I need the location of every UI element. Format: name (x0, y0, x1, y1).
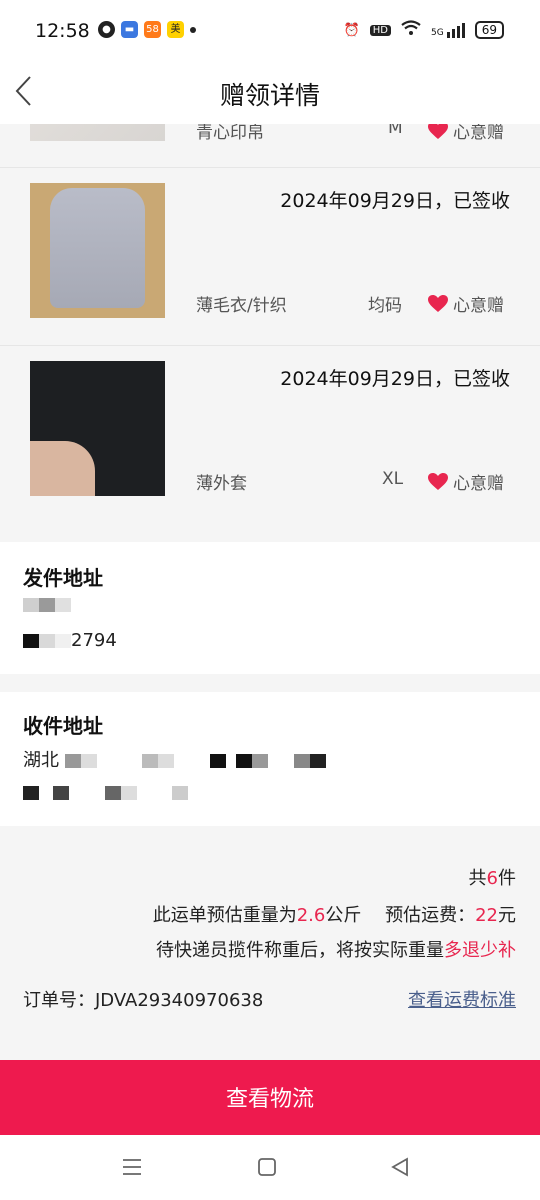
item-card[interactable]: 青心印帛 M 心意赠 (0, 124, 540, 168)
heart-icon (428, 295, 448, 312)
order-number-value: JDVA29340970638 (95, 990, 264, 1011)
weight-value: 2.6 (296, 905, 326, 926)
sweater-image (50, 188, 145, 308)
triangle-back-icon (391, 1157, 408, 1177)
item-date: 2024年09月29日，已签收 (280, 368, 510, 390)
menu-icon (123, 1159, 141, 1175)
title-bar: 赠领详情 (0, 62, 540, 124)
receiver-address-section: 收件地址 湖北 (0, 692, 540, 826)
item-date: 2024年09月29日，已签收 (280, 190, 510, 212)
sender-address-section: 发件地址 2794 (0, 542, 540, 674)
notification-icons: ● ▬ 58 美 (98, 21, 196, 38)
system-nav-bar (0, 1135, 540, 1200)
item-thumbnail (30, 183, 165, 318)
view-logistics-button[interactable]: 查看物流 (0, 1060, 540, 1135)
more-dot-icon (190, 26, 196, 33)
item-size: M (388, 124, 403, 138)
item-category: 薄毛衣/针织 (196, 296, 287, 316)
battery-icon: 69 (474, 21, 504, 39)
item-tag-label: 心意赠 (453, 296, 504, 316)
sender-phone: 2794 (23, 630, 117, 651)
item-tag: 心意赠 (427, 291, 504, 316)
item-tag: 心意赠 (427, 469, 504, 494)
receiver-address-line: 湖北 (23, 746, 326, 772)
page-title: 赠领详情 (219, 81, 320, 110)
item-thumbnail (30, 124, 165, 141)
wechat-icon: ● (98, 21, 115, 38)
item-tag-label: 心意赠 (453, 124, 504, 143)
card-app-icon: ▬ (121, 21, 138, 38)
sender-address-title: 发件地址 (23, 566, 103, 590)
item-category: 薄外套 (196, 474, 247, 494)
fee-standard-link[interactable]: 查看运费标准 (408, 986, 516, 1012)
fee-label: 预估运费： (385, 905, 476, 926)
item-count-value: 6 (486, 868, 498, 889)
estimated-weight-fee: 此运单预估重量为2.6公斤 预估运费：22元 (152, 905, 516, 926)
receiver-address-prefix: 湖北 (23, 750, 59, 771)
weight-note: 待快递员揽件称重后，将按实际重量多退少补 (156, 940, 516, 961)
home-button[interactable] (255, 1155, 279, 1179)
shipping-summary: 共6件 此运单预估重量为2.6公斤 预估运费：22元 待快递员揽件称重后，将按实… (0, 826, 540, 1060)
item-tag: 心意赠 (427, 124, 504, 143)
sender-name-redacted (23, 594, 71, 615)
square-icon (258, 1158, 276, 1176)
wifi-icon (401, 20, 421, 40)
nav-back-button[interactable] (388, 1155, 412, 1179)
item-card[interactable]: 2024年09月29日，已签收 薄毛衣/针织 均码 心意赠 (0, 168, 540, 346)
meituan-icon: 美 (167, 21, 184, 38)
refund-note-highlight: 多退少补 (444, 940, 516, 961)
signal-icon: 5G (431, 22, 465, 38)
item-size: 均码 (368, 296, 402, 316)
receiver-address-title: 收件地址 (23, 714, 103, 738)
item-card[interactable]: 2024年09月29日，已签收 薄外套 XL 心意赠 (0, 346, 540, 541)
network-type: 5G (431, 27, 444, 38)
sender-phone-tail: 2794 (71, 630, 117, 651)
jacket-image (30, 441, 95, 496)
hd-icon: HD (369, 24, 392, 36)
alarm-icon: ⏰ (343, 22, 360, 38)
app-58-icon: 58 (144, 21, 161, 38)
status-time: 12:58 (35, 20, 90, 42)
system-status-icons: ⏰ HD 5G 69 (344, 20, 504, 40)
recent-apps-button[interactable] (120, 1155, 144, 1179)
receiver-address-line-2 (23, 782, 189, 803)
item-count: 共6件 (468, 868, 516, 889)
fee-value: 22 (475, 905, 498, 926)
item-category: 青心印帛 (196, 124, 264, 143)
order-number: 订单号：JDVA29340970638 (23, 990, 264, 1011)
heart-icon (428, 124, 448, 139)
status-bar: 12:58 ● ▬ 58 美 ⏰ HD 5G 69 (0, 0, 540, 62)
item-tag-label: 心意赠 (453, 474, 504, 494)
heart-icon (428, 473, 448, 490)
item-thumbnail (30, 361, 165, 496)
item-size: XL (382, 469, 404, 489)
